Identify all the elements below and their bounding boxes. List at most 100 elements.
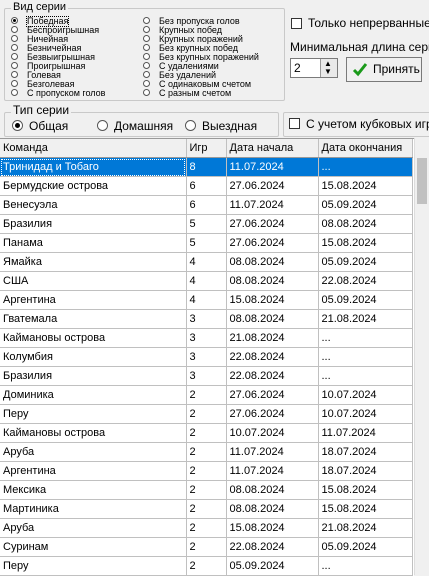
- team-cell[interactable]: Мартиника: [0, 499, 187, 519]
- games-cell[interactable]: 3: [186, 328, 227, 348]
- stepper-buttons[interactable]: ▲ ▼: [320, 59, 337, 77]
- table-row[interactable]: Бразилия 5 27.06.2024 08.08.2024: [0, 214, 413, 234]
- team-cell[interactable]: Каймановы острова: [0, 423, 187, 443]
- team-cell[interactable]: Ямайка: [0, 252, 187, 272]
- games-cell[interactable]: 2: [186, 404, 227, 424]
- end-date-cell[interactable]: 22.08.2024: [318, 271, 413, 291]
- start-date-cell[interactable]: 21.08.2024: [226, 328, 319, 348]
- start-date-cell[interactable]: 11.07.2024: [226, 461, 319, 481]
- start-date-cell[interactable]: 05.09.2024: [226, 556, 319, 576]
- team-cell[interactable]: Перу: [0, 556, 187, 576]
- radio-button[interactable]: [11, 17, 18, 24]
- radio-button[interactable]: [143, 62, 150, 69]
- scrollbar-thumb[interactable]: [417, 158, 427, 204]
- end-date-cell[interactable]: ...: [318, 347, 413, 367]
- radio-label[interactable]: Домашняя: [114, 119, 173, 133]
- start-date-cell[interactable]: 27.06.2024: [226, 214, 319, 234]
- games-cell[interactable]: 2: [186, 442, 227, 462]
- games-cell[interactable]: 6: [186, 195, 227, 215]
- radio-button[interactable]: [143, 53, 150, 60]
- start-date-cell[interactable]: 22.08.2024: [226, 537, 319, 557]
- radio-button[interactable]: [143, 35, 150, 42]
- min-length-stepper[interactable]: 2 ▲ ▼: [290, 58, 338, 78]
- series-table[interactable]: Команда Игр Дата начала Дата окончания Т…: [0, 138, 414, 576]
- end-date-cell[interactable]: 10.07.2024: [318, 404, 413, 424]
- radio-button[interactable]: [11, 89, 18, 96]
- games-cell[interactable]: 4: [186, 290, 227, 310]
- radio-button[interactable]: [143, 44, 150, 51]
- end-date-cell[interactable]: ...: [318, 328, 413, 348]
- start-date-cell[interactable]: 11.07.2024: [226, 157, 319, 177]
- table-row[interactable]: Аруба 2 11.07.2024 18.07.2024: [0, 442, 413, 462]
- start-date-cell[interactable]: 15.08.2024: [226, 518, 319, 538]
- only-continuous-label[interactable]: Только непрерванные: [308, 16, 429, 30]
- radio-button[interactable]: [11, 35, 18, 42]
- end-date-cell[interactable]: 11.07.2024: [318, 423, 413, 443]
- team-cell[interactable]: Аргентина: [0, 461, 187, 481]
- table-row[interactable]: Доминика 2 27.06.2024 10.07.2024: [0, 385, 413, 405]
- radio-button[interactable]: [185, 120, 196, 131]
- table-row[interactable]: Колумбия 3 22.08.2024...: [0, 347, 413, 367]
- end-date-cell[interactable]: 18.07.2024: [318, 442, 413, 462]
- games-cell[interactable]: 8: [186, 157, 227, 177]
- team-cell[interactable]: Суринам: [0, 537, 187, 557]
- table-row[interactable]: Каймановы острова 2 10.07.2024 11.07.2024: [0, 423, 413, 443]
- accept-button[interactable]: Принять: [346, 57, 422, 82]
- radio-button[interactable]: [143, 89, 150, 96]
- with-cup-label[interactable]: С учетом кубковых игр: [306, 117, 429, 131]
- start-date-cell[interactable]: 11.07.2024: [226, 442, 319, 462]
- start-date-cell[interactable]: 08.08.2024: [226, 271, 319, 291]
- team-cell[interactable]: Бермудские острова: [0, 176, 187, 196]
- end-date-cell[interactable]: ...: [318, 556, 413, 576]
- table-row[interactable]: США 4 08.08.2024 22.08.2024: [0, 271, 413, 291]
- radio-button[interactable]: [143, 17, 150, 24]
- team-cell[interactable]: Аруба: [0, 518, 187, 538]
- radio-button[interactable]: [11, 80, 18, 87]
- column-header-end-date[interactable]: Дата окончания: [318, 139, 413, 158]
- stepper-down-icon[interactable]: ▼: [324, 68, 332, 76]
- table-row[interactable]: Бразилия 3 22.08.2024...: [0, 366, 413, 386]
- radio-button[interactable]: [11, 44, 18, 51]
- table-row[interactable]: Перу 2 27.06.2024 10.07.2024: [0, 404, 413, 424]
- team-cell[interactable]: Венесуэла: [0, 195, 187, 215]
- table-row[interactable]: Бермудские острова 6 27.06.2024 15.08.2024: [0, 176, 413, 196]
- end-date-cell[interactable]: 15.08.2024: [318, 176, 413, 196]
- end-date-cell[interactable]: ...: [318, 157, 413, 177]
- table-row[interactable]: Венесуэла 6 11.07.2024 05.09.2024: [0, 195, 413, 215]
- games-cell[interactable]: 3: [186, 309, 227, 329]
- radio-button[interactable]: [11, 62, 18, 69]
- end-date-cell[interactable]: 05.09.2024: [318, 195, 413, 215]
- vertical-scrollbar[interactable]: [414, 138, 429, 575]
- games-cell[interactable]: 6: [186, 176, 227, 196]
- table-row[interactable]: Мартиника 2 08.08.2024 15.08.2024: [0, 499, 413, 519]
- end-date-cell[interactable]: 05.09.2024: [318, 290, 413, 310]
- games-cell[interactable]: 4: [186, 271, 227, 291]
- end-date-cell[interactable]: 15.08.2024: [318, 499, 413, 519]
- start-date-cell[interactable]: 11.07.2024: [226, 195, 319, 215]
- games-cell[interactable]: 2: [186, 385, 227, 405]
- table-row[interactable]: Каймановы острова 3 21.08.2024...: [0, 328, 413, 348]
- games-cell[interactable]: 2: [186, 518, 227, 538]
- start-date-cell[interactable]: 27.06.2024: [226, 404, 319, 424]
- table-row[interactable]: Аргентина 2 11.07.2024 18.07.2024: [0, 461, 413, 481]
- radio-button[interactable]: [12, 120, 23, 131]
- team-cell[interactable]: Тринидад и Тобаго: [0, 157, 187, 177]
- end-date-cell[interactable]: 05.09.2024: [318, 537, 413, 557]
- games-cell[interactable]: 2: [186, 499, 227, 519]
- table-row[interactable]: Тринидад и Тобаго 8 11.07.2024...: [0, 157, 413, 177]
- radio-label[interactable]: С разным счетом: [159, 89, 231, 98]
- column-header-games[interactable]: Игр: [186, 139, 227, 158]
- start-date-cell[interactable]: 10.07.2024: [226, 423, 319, 443]
- games-cell[interactable]: 5: [186, 233, 227, 253]
- games-cell[interactable]: 2: [186, 461, 227, 481]
- games-cell[interactable]: 2: [186, 480, 227, 500]
- games-cell[interactable]: 2: [186, 423, 227, 443]
- start-date-cell[interactable]: 27.06.2024: [226, 385, 319, 405]
- table-row[interactable]: Ямайка 4 08.08.2024 05.09.2024: [0, 252, 413, 272]
- start-date-cell[interactable]: 27.06.2024: [226, 233, 319, 253]
- games-cell[interactable]: 2: [186, 556, 227, 576]
- team-cell[interactable]: Мексика: [0, 480, 187, 500]
- table-row[interactable]: Панама 5 27.06.2024 15.08.2024: [0, 233, 413, 253]
- start-date-cell[interactable]: 22.08.2024: [226, 366, 319, 386]
- radio-button[interactable]: [11, 71, 18, 78]
